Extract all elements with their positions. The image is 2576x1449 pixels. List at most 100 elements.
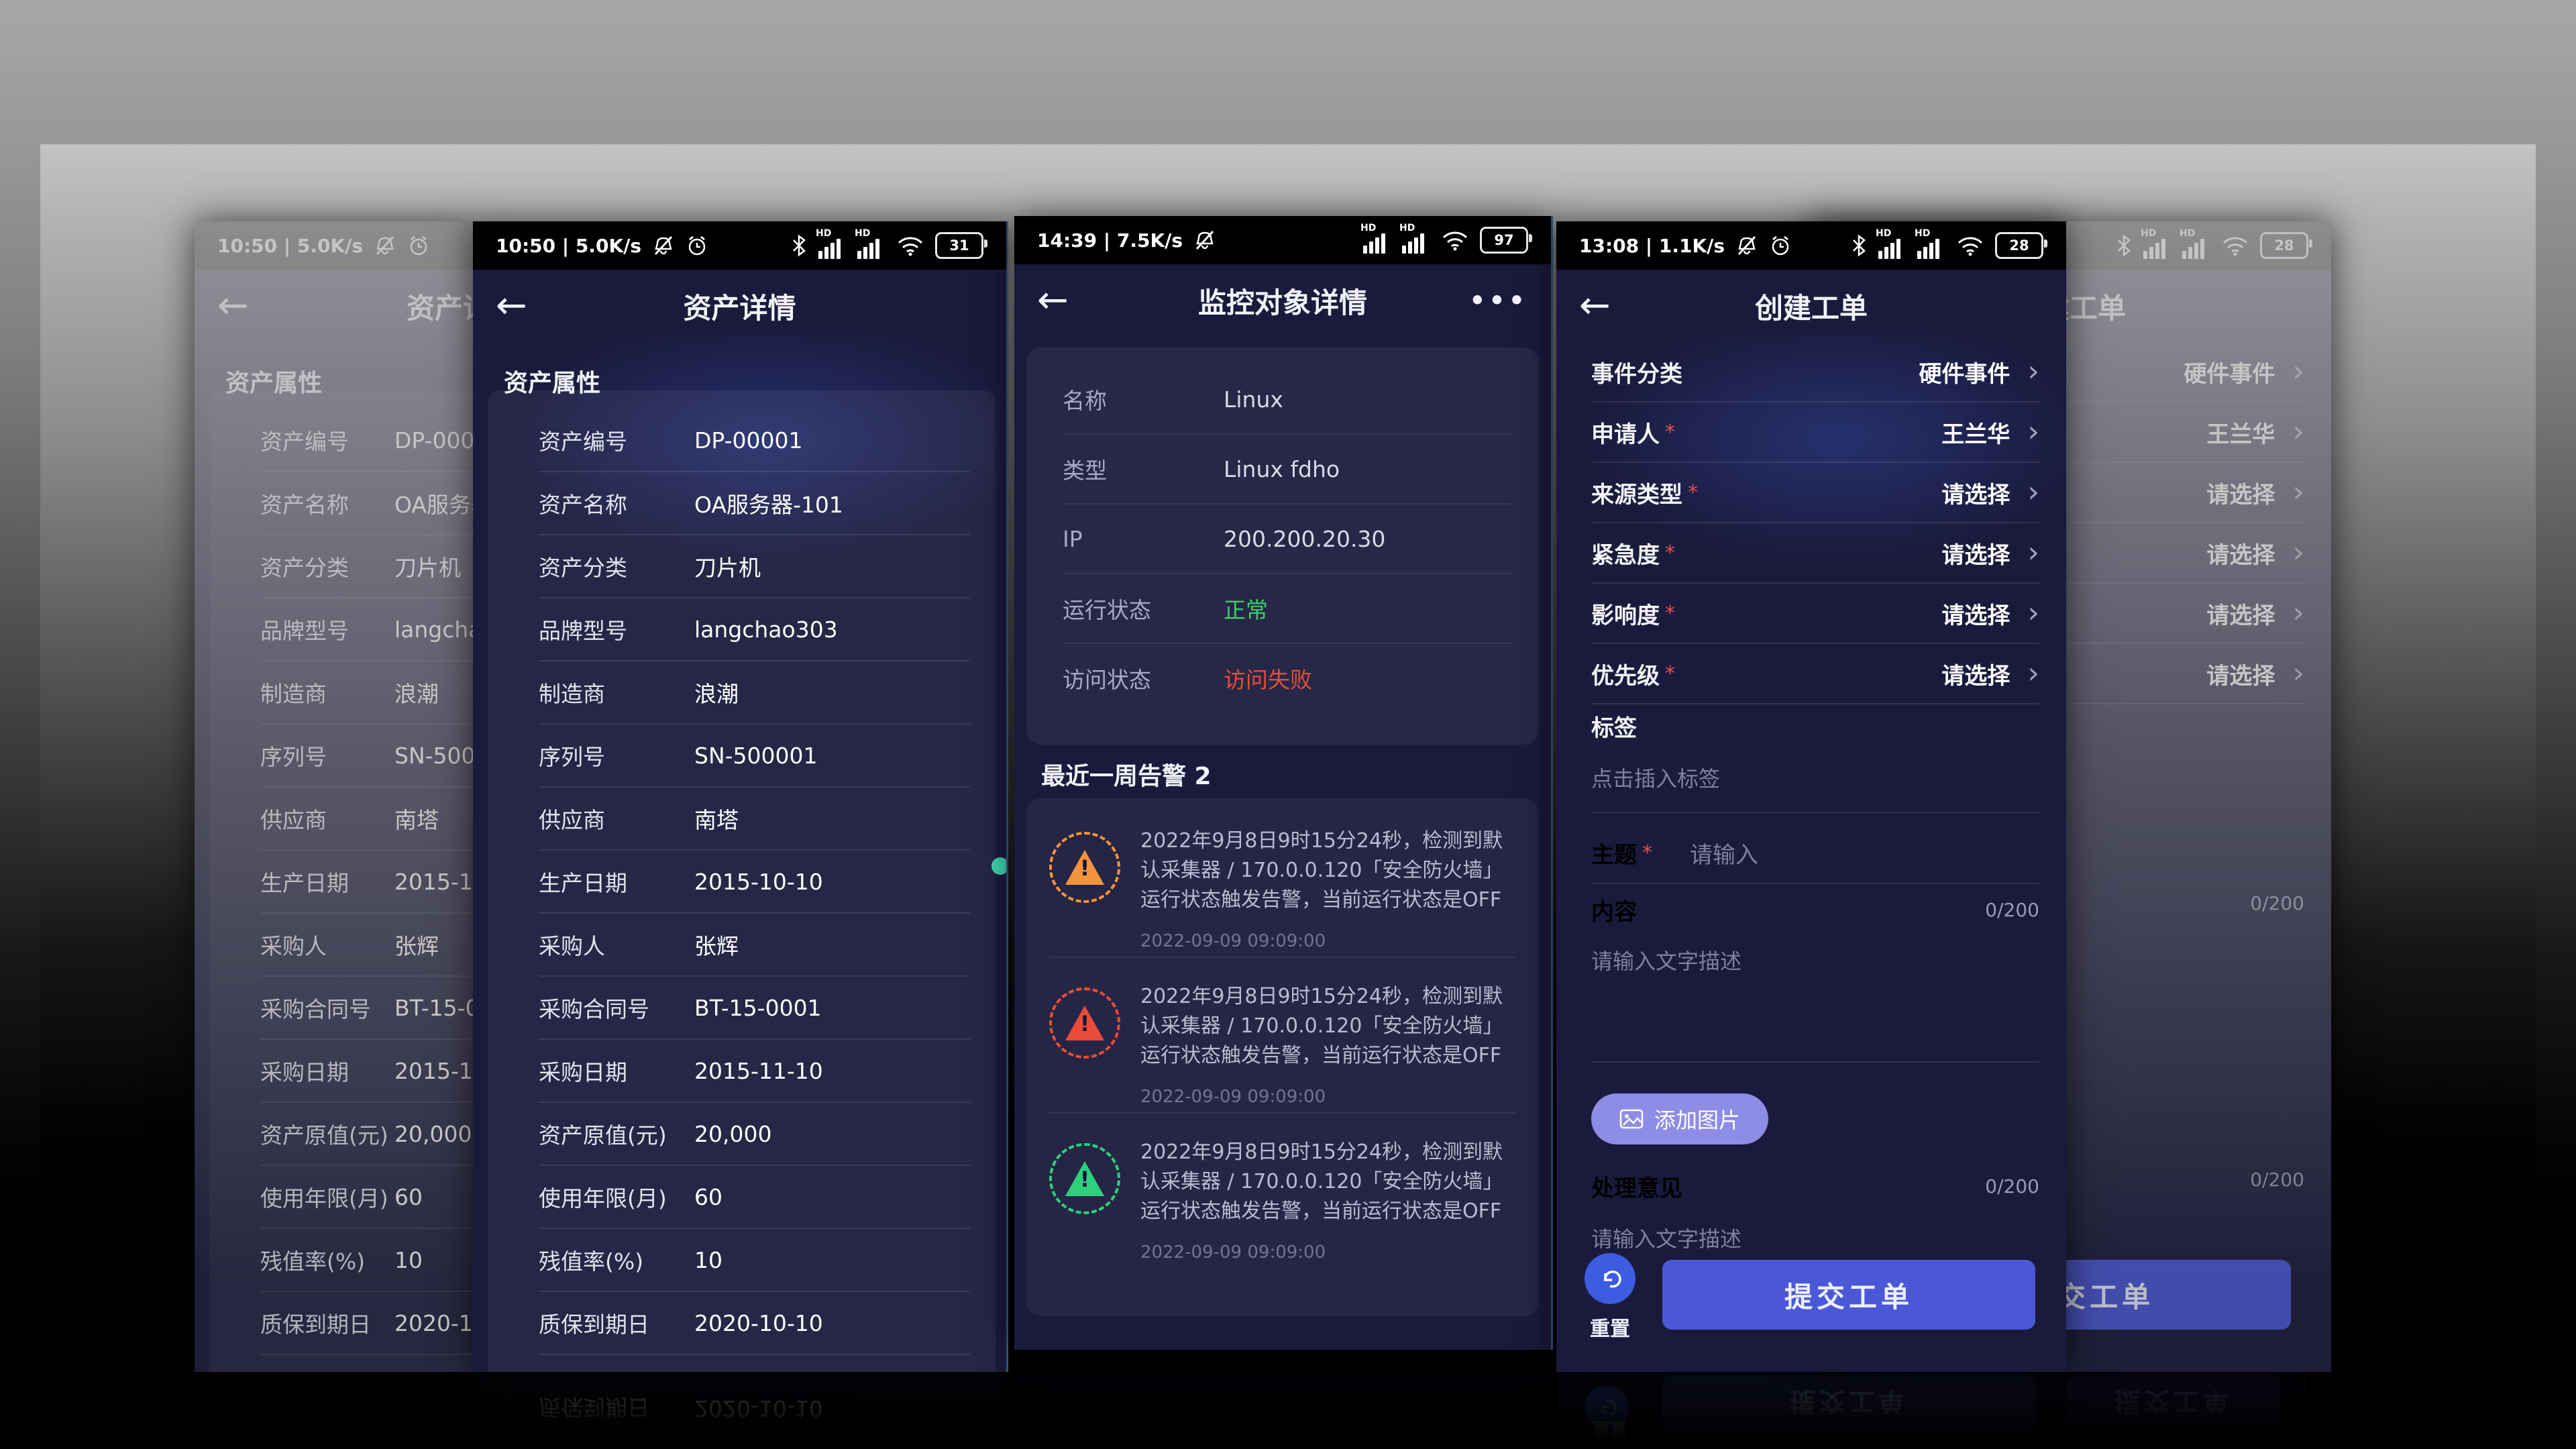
bluetooth-icon: [790, 234, 808, 257]
signal-icon: HD: [2182, 232, 2210, 259]
field-row: 供应商南塔: [260, 788, 473, 851]
divider: [1591, 812, 2039, 813]
signal-icon: HD: [1363, 227, 1391, 254]
page-header: ← 创建工单: [1556, 270, 2066, 342]
page-title: 创建工单: [1755, 286, 1868, 327]
back-icon[interactable]: ←: [1037, 282, 1069, 319]
alarm-clock-icon: [686, 234, 708, 257]
warning-triangle-red-icon: !: [1049, 987, 1120, 1059]
field-row: 生产日期2015-10-10: [260, 851, 473, 914]
field-row: 采购日期2015-11-10: [260, 1040, 473, 1103]
chevron-right-icon: ›: [2027, 478, 2039, 507]
alarm-item: ! 2022年9月8日9时15分24秒，检测到默认采集器 / 170.0.0.1…: [1049, 1114, 1516, 1268]
alarm-time: 2022-09-09 09:09:00: [1140, 931, 1516, 951]
reset-label: 重置: [1585, 1312, 1635, 1342]
chevron-right-icon: ›: [2027, 598, 2039, 628]
status-time-speed: 13:08 | 1.1K/s: [1579, 235, 1725, 257]
signal-icon: HD: [818, 232, 847, 259]
field-row: 资产名称OA服务器-101: [260, 472, 473, 535]
field-row: 序列号SN-500001: [539, 724, 970, 788]
bluetooth-icon: [2115, 234, 2133, 257]
page-header: ← 资产详情: [195, 270, 473, 342]
select-row-impact[interactable]: 影响度*请选择›: [1591, 584, 2039, 644]
status-bar: 14:39 | 7.5K/s HD HD 97: [1014, 216, 1551, 264]
warning-triangle-orange-icon: !: [1049, 832, 1120, 903]
field-row: 类型Linux fdho: [1063, 435, 1513, 504]
chevron-right-icon: ›: [2027, 538, 2039, 568]
required-mark: *: [1642, 841, 1652, 865]
field-row: 品牌型号langchao303: [539, 598, 970, 661]
back-icon[interactable]: ←: [217, 287, 249, 325]
chevron-right-icon: ›: [2027, 357, 2039, 386]
status-bar: 13:08 | 1.1K/s HD HD 28: [1556, 221, 2066, 270]
field-row: 使用年限(月)60: [260, 1166, 473, 1229]
mute-icon: [1735, 234, 1758, 257]
opinion-label-row: 处理意见 0/200: [1591, 1170, 2039, 1203]
content-label-row: 内容 0/200: [1591, 894, 2039, 926]
required-mark: *: [1665, 541, 1675, 565]
field-row: 名称Linux: [1063, 365, 1513, 435]
status-bar: 10:50 | 5.0K/s HD HD 31: [473, 221, 1006, 270]
alarm-message: 2022年9月8日9时15分24秒，检测到默认采集器 / 170.0.0.120…: [1140, 1138, 1516, 1226]
signal-icon: HD: [1402, 227, 1430, 254]
subject-row[interactable]: 主题* 请输入: [1591, 822, 2039, 884]
opinion-counter: 0/200: [1985, 1175, 2039, 1197]
signal-icon: HD: [1878, 232, 1907, 259]
content-textarea-placeholder[interactable]: 请输入文字描述: [1591, 945, 1741, 975]
tag-label: 标签: [1591, 710, 1637, 743]
field-row: 制造商浪潮: [260, 661, 473, 724]
chevron-right-icon: ›: [2292, 659, 2304, 688]
field-row: 采购合同号BT-15-0001: [539, 977, 970, 1040]
back-icon[interactable]: ←: [1579, 287, 1611, 325]
select-row-event-category[interactable]: 事件分类硬件事件›: [1591, 342, 2039, 402]
field-row: 使用年限(月)60: [539, 1166, 970, 1229]
alarm-item: ! 2022年9月8日9时15分24秒，检测到默认采集器 / 170.0.0.1…: [1049, 802, 1516, 958]
content-counter: 0/200: [1985, 899, 2039, 921]
page-header: ← 监控对象详情 •••: [1014, 264, 1551, 337]
select-row-urgency[interactable]: 紧急度*请选择›: [1591, 523, 2039, 584]
field-row: 资产分类刀片机: [539, 535, 970, 598]
field-row: 资产分类刀片机: [260, 535, 473, 598]
select-row-source-type[interactable]: 来源类型*请选择›: [1591, 463, 2039, 523]
reset-button[interactable]: [1585, 1253, 1635, 1304]
field-row: 访问状态访问失败: [1063, 644, 1513, 712]
field-row: 制造商浪潮: [539, 661, 970, 724]
screen-recorder-dot[interactable]: [991, 857, 1008, 875]
battery-icon: 28: [2260, 232, 2308, 259]
bluetooth-icon: [1850, 234, 1868, 257]
select-row-applicant[interactable]: 申请人*王兰华›: [1591, 402, 2039, 463]
more-menu-icon[interactable]: •••: [1469, 286, 1528, 315]
subject-placeholder: 请输入: [1690, 837, 1758, 869]
field-row: 品牌型号langchao303: [260, 598, 473, 661]
wifi-icon: [1956, 235, 1984, 256]
opinion-textarea-placeholder[interactable]: 请输入文字描述: [1591, 1222, 1741, 1253]
alarm-time: 2022-09-09 09:09:00: [1140, 1242, 1516, 1263]
tag-input-placeholder[interactable]: 点击插入标签: [1591, 762, 1720, 793]
chevron-right-icon: ›: [2292, 598, 2304, 628]
field-row: 残值率(%)10: [539, 1229, 970, 1292]
phone-asset-detail-dimmed: 10:50 | 5.0K/s ← 资产详情 资产属性 资产编号DP-00001 …: [195, 221, 473, 1372]
phone-monitor-detail: 14:39 | 7.5K/s HD HD 97 ← 监控对象详情 ••• 名称L…: [1014, 216, 1553, 1350]
field-row: 采购合同号BT-15-0001: [260, 977, 473, 1040]
wifi-icon: [2221, 235, 2249, 256]
select-row-priority[interactable]: 优先级*请选择›: [1591, 644, 2039, 704]
field-row: 采购人张辉: [260, 914, 473, 977]
undo-arrow-icon: [1597, 1265, 1623, 1292]
field-row: 采购人张辉: [539, 914, 970, 977]
field-row: 残值率(%)10: [260, 1229, 473, 1292]
chevron-right-icon: ›: [2027, 659, 2039, 688]
chevron-right-icon: ›: [2027, 417, 2039, 447]
alarm-message: 2022年9月8日9时15分24秒，检测到默认采集器 / 170.0.0.120…: [1140, 982, 1516, 1071]
add-image-button[interactable]: 添加图片: [1591, 1093, 1768, 1144]
back-icon[interactable]: ←: [496, 287, 527, 325]
submit-button[interactable]: 提交工单: [1662, 1260, 2035, 1330]
asset-card: 资产编号DP-00001 资产名称OA服务器-101 资产分类刀片机 品牌型号l…: [209, 390, 473, 1372]
image-icon: [1619, 1109, 1644, 1129]
battery-icon: 31: [935, 232, 983, 259]
alarm-section-title: 最近一周告警 2: [1041, 757, 1212, 792]
mute-icon: [374, 234, 396, 257]
chevron-right-icon: ›: [2292, 357, 2304, 386]
status-time-speed: 14:39 | 7.5K/s: [1037, 229, 1183, 252]
field-row: 资产名称OA服务器-101: [539, 472, 970, 535]
warning-triangle-green-icon: !: [1049, 1143, 1120, 1214]
